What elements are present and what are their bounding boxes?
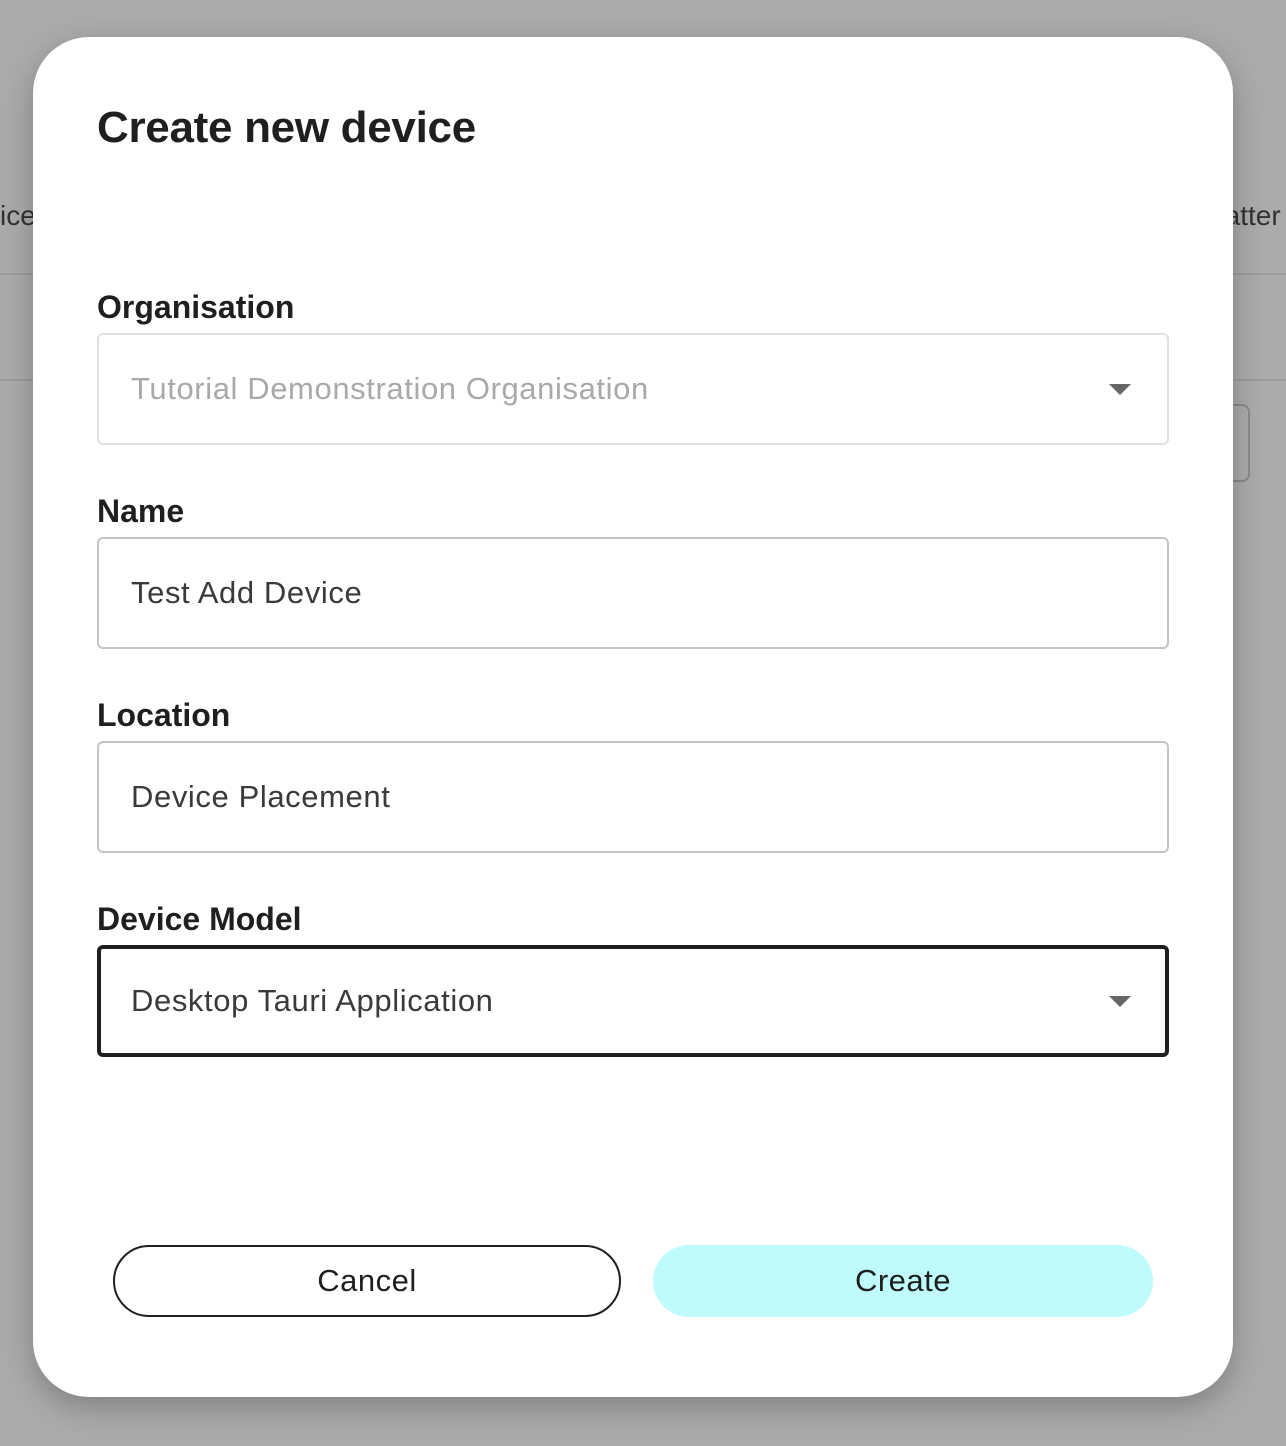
device-model-value: Desktop Tauri Application [131,983,494,1018]
device-model-select[interactable]: Desktop Tauri Application [97,945,1169,1057]
device-model-label: Device Model [97,901,302,937]
dialog-title: Create new device [97,103,476,152]
create-device-dialog: Create new device Organisation Tutorial … [33,37,1233,1397]
chevron-down-icon [1109,384,1131,395]
organisation-value: Tutorial Demonstration Organisation [131,371,649,406]
chevron-down-icon[interactable] [1109,996,1131,1007]
name-value: Test Add Device [131,575,363,610]
location-value: Device Placement [131,779,391,814]
background-column-header-left: vice [0,200,36,231]
location-label: Location [97,697,231,733]
location-input[interactable]: Device Placement [97,741,1169,853]
name-input[interactable]: Test Add Device [97,537,1169,649]
organisation-select: Tutorial Demonstration Organisation [97,333,1169,445]
organisation-label: Organisation [97,289,295,325]
cancel-button[interactable]: Cancel [113,1245,621,1317]
create-button[interactable]: Create [653,1245,1153,1317]
name-label: Name [97,493,185,529]
